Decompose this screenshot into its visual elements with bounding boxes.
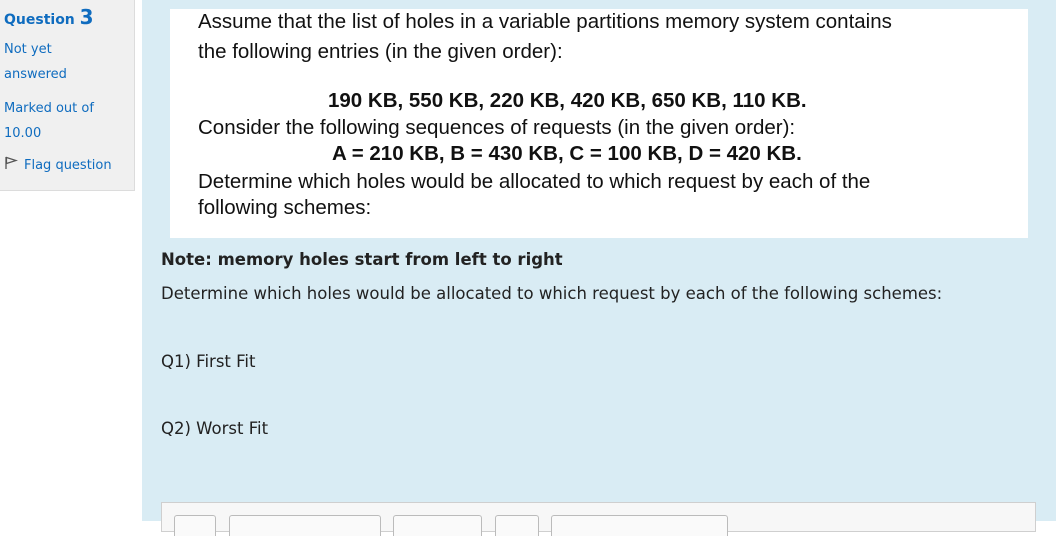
question-number-value: 3 <box>79 5 94 29</box>
question-text-line-3: Consider the following sequences of requ… <box>198 116 796 139</box>
question-text-line-4: Determine which holes would be allocated… <box>198 170 871 193</box>
question-label: Question <box>4 12 75 28</box>
grade-line-2: 10.00 <box>4 126 42 141</box>
sub-question-2: Q2) Worst Fit <box>161 419 269 438</box>
question-info-panel: Question 3 Not yet answered Marked out o… <box>0 0 135 191</box>
question-grade: Marked out of 10.00 <box>4 96 134 146</box>
flag-question-button[interactable]: Flag question <box>4 156 134 174</box>
note-text: Note: memory holes start from left to ri… <box>161 250 563 269</box>
toolbar-button-group[interactable] <box>551 515 728 536</box>
toolbar-button-group[interactable] <box>393 515 482 536</box>
question-number: Question 3 <box>4 6 134 31</box>
description-text: Determine which holes would be allocated… <box>161 284 943 303</box>
question-text-line-2: the following entries (in the given orde… <box>198 40 563 63</box>
question-state: Not yet answered <box>4 37 134 87</box>
toolbar-button-group[interactable] <box>229 515 381 536</box>
toolbar-button[interactable] <box>174 515 216 536</box>
question-content: Assume that the list of holes in a varia… <box>142 0 1056 536</box>
toolbar-button[interactable] <box>495 515 539 536</box>
flag-icon <box>4 156 24 174</box>
question-image: Assume that the list of holes in a varia… <box>170 9 1028 238</box>
grade-line-1: Marked out of <box>4 101 94 116</box>
flag-question-label: Flag question <box>24 157 112 173</box>
answer-editor-toolbar[interactable] <box>161 502 1036 536</box>
question-text-line-5: following schemes: <box>198 196 372 219</box>
state-line-2: answered <box>4 67 67 82</box>
state-line-1: Not yet <box>4 42 52 57</box>
holes-list: 190 KB, 550 KB, 220 KB, 420 KB, 650 KB, … <box>328 89 807 112</box>
requests-list: A = 210 KB, B = 430 KB, C = 100 KB, D = … <box>332 142 802 165</box>
sub-question-1: Q1) First Fit <box>161 352 256 371</box>
question-text-line-1: Assume that the list of holes in a varia… <box>198 10 892 33</box>
